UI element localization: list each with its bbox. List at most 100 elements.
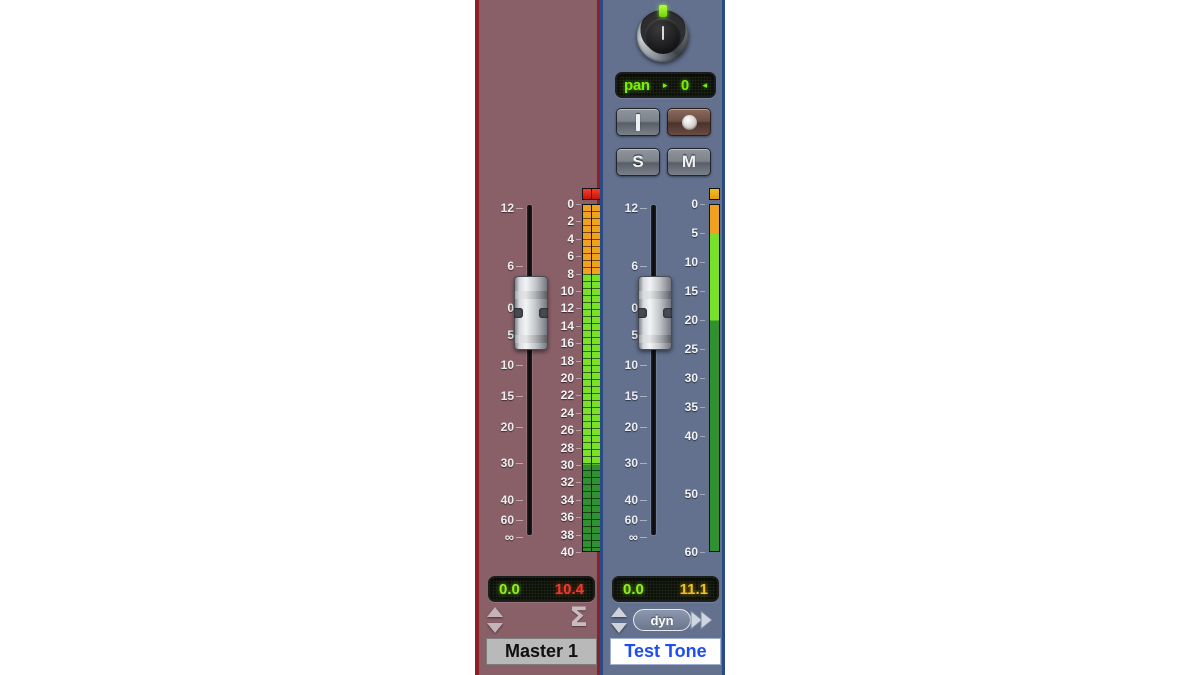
pan-knob-led-icon bbox=[658, 5, 667, 17]
fader-scale-tick bbox=[640, 500, 647, 501]
fader-scale-tick bbox=[640, 208, 647, 209]
track-name-test-tone[interactable]: Test Tone bbox=[610, 638, 721, 665]
meter-scale-label: 28 bbox=[560, 440, 574, 455]
meter-scale-label: 10 bbox=[684, 255, 698, 269]
spinner-down-icon[interactable] bbox=[611, 623, 627, 633]
level-meter-master: 0 2 4 6 8 10 12 14 16 18 20 22 24 26 28 30 32 34 36 38 40 bbox=[549, 185, 601, 560]
clip-indicator-master[interactable] bbox=[582, 188, 601, 200]
fader-scale-label: 15 bbox=[500, 389, 514, 403]
fader-scale-label: 0 bbox=[631, 301, 638, 315]
meter-scale-tick bbox=[576, 465, 581, 466]
fader-scale-tick bbox=[640, 266, 647, 267]
meter-scale-label: 30 bbox=[684, 371, 698, 385]
meter-scale-label: 26 bbox=[560, 423, 574, 438]
meter-scale-tick bbox=[700, 552, 705, 553]
mute-button[interactable]: M bbox=[667, 148, 711, 176]
pan-left-arrow-icon[interactable]: ▸ bbox=[663, 80, 668, 91]
fader-scale-label: 30 bbox=[624, 456, 638, 470]
fader-scale-label: 5 bbox=[631, 328, 638, 342]
meter-scale-tick bbox=[576, 395, 581, 397]
dyn-button[interactable]: dyn bbox=[633, 609, 691, 631]
meter-scale-label: 16 bbox=[560, 336, 574, 351]
pan-knob-area[interactable] bbox=[603, 4, 722, 68]
input-bar-icon bbox=[636, 113, 640, 131]
mixer-screenshot: 12 6 0 5 10 15 20 30 40 60 ∞ 0 2 4 6 8 10 12 14 16 18 20 22 24… bbox=[0, 0, 1200, 675]
meter-scale-tick bbox=[576, 552, 581, 553]
updown-spinner-icon-master[interactable] bbox=[487, 607, 503, 633]
value-display-master[interactable]: 0.0 10.4 bbox=[488, 576, 595, 602]
meter-scale-label: 35 bbox=[684, 400, 698, 414]
track-name-master[interactable]: Master 1 bbox=[486, 638, 597, 665]
fader-scale-label: 12 bbox=[624, 201, 638, 215]
meter-scale-test-tone: 0 5 10 15 20 25 30 35 40 50 60 bbox=[673, 185, 705, 560]
fader-scale-label: ∞ bbox=[504, 529, 514, 545]
fader-test-tone[interactable]: 12 6 0 5 10 15 20 30 40 60 ∞ bbox=[607, 200, 672, 545]
solo-button[interactable]: S bbox=[616, 148, 660, 176]
meter-scale-label: 2 bbox=[567, 214, 574, 229]
fader-master[interactable]: 12 6 0 5 10 15 20 30 40 60 ∞ bbox=[483, 200, 548, 545]
meter-scale-tick bbox=[576, 517, 581, 519]
spinner-up-icon[interactable] bbox=[611, 607, 627, 617]
pan-display[interactable]: pan ▸ 0 ◂ bbox=[615, 72, 716, 98]
meter-scale-tick bbox=[700, 291, 705, 292]
meter-scale-tick bbox=[576, 343, 581, 345]
peak-value-test-tone: 11.1 bbox=[679, 580, 708, 598]
fader-handle-test-tone[interactable] bbox=[638, 276, 672, 350]
value-display-test-tone[interactable]: 0.0 11.1 bbox=[612, 576, 719, 602]
peak-indicator-test-tone[interactable] bbox=[709, 188, 720, 200]
meter-scale-label: 10 bbox=[560, 284, 574, 298]
channel-strip-master[interactable]: 12 6 0 5 10 15 20 30 40 60 ∞ 0 2 4 6 8 10 12 14 16 18 20 22 24… bbox=[475, 0, 601, 675]
meter-scale-tick bbox=[576, 325, 581, 327]
meter-scale-tick bbox=[700, 233, 705, 234]
fader-scale-label: 12 bbox=[500, 201, 514, 215]
fader-scale-label: 20 bbox=[624, 420, 638, 434]
fader-notch-left bbox=[638, 308, 647, 318]
meter-scale-label: 36 bbox=[560, 510, 574, 525]
pan-right-arrow-icon[interactable]: ◂ bbox=[702, 80, 707, 91]
meter-scale-tick bbox=[576, 256, 581, 258]
meter-scale-tick bbox=[700, 407, 705, 408]
updown-spinner-icon-test-tone[interactable] bbox=[611, 607, 627, 633]
pan-knob[interactable] bbox=[636, 10, 689, 62]
pan-knob-pointer-icon bbox=[661, 26, 664, 40]
input-monitor-button[interactable] bbox=[616, 108, 660, 136]
meter-scale-label: 40 bbox=[684, 429, 698, 443]
meter-scale-tick bbox=[576, 412, 581, 414]
meter-scale-label: 6 bbox=[567, 249, 574, 264]
meter-scale-label: 15 bbox=[684, 284, 698, 298]
fader-notch-right bbox=[539, 308, 548, 318]
fader-scale-label: 40 bbox=[500, 493, 514, 507]
fader-scale-tick bbox=[640, 365, 647, 366]
meter-scale-label: 20 bbox=[684, 313, 698, 327]
meter-scale-tick bbox=[700, 494, 705, 495]
fader-scale-label: 0 bbox=[507, 301, 514, 315]
meter-scale-tick bbox=[576, 534, 581, 536]
sigma-icon[interactable]: Σ bbox=[570, 604, 588, 631]
fader-handle-master[interactable] bbox=[514, 276, 548, 350]
fader-scale-tick bbox=[516, 463, 523, 464]
channel-strip-test-tone[interactable]: pan ▸ 0 ◂ S M 12 6 0 5 10 15 20 30 40 60 ∞ 0 5 10 15 2… bbox=[600, 0, 725, 675]
pan-label: pan bbox=[624, 76, 650, 94]
fader-scale-tick bbox=[516, 208, 523, 209]
meter-scale-tick bbox=[576, 430, 581, 432]
fader-scale-label: 40 bbox=[624, 493, 638, 507]
meter-scale-label: 32 bbox=[560, 475, 574, 490]
fader-scale-tick bbox=[640, 396, 647, 397]
pan-knob-cap bbox=[644, 18, 681, 54]
meter-scale-label: 8 bbox=[567, 266, 574, 281]
fader-scale-tick bbox=[516, 396, 523, 397]
meter-scale-master: 0 2 4 6 8 10 12 14 16 18 20 22 24 26 28 30 32 34 36 38 40 bbox=[549, 185, 581, 560]
meter-scale-label: 0 bbox=[691, 197, 698, 211]
meter-scale-label: 30 bbox=[560, 458, 574, 472]
meter-scale-label: 25 bbox=[684, 342, 698, 356]
spinner-up-icon[interactable] bbox=[487, 607, 503, 617]
sends-arrows-icon[interactable] bbox=[690, 608, 716, 632]
spinner-down-icon[interactable] bbox=[487, 623, 503, 633]
fader-scale-tick bbox=[640, 427, 647, 428]
record-arm-button[interactable] bbox=[667, 108, 711, 136]
fader-scale-tick bbox=[516, 537, 523, 538]
fader-value-test-tone: 0.0 bbox=[623, 580, 644, 598]
meter-fill-test-tone bbox=[710, 205, 719, 551]
meter-scale-tick bbox=[576, 291, 581, 292]
meter-scale-label: 38 bbox=[560, 527, 574, 542]
